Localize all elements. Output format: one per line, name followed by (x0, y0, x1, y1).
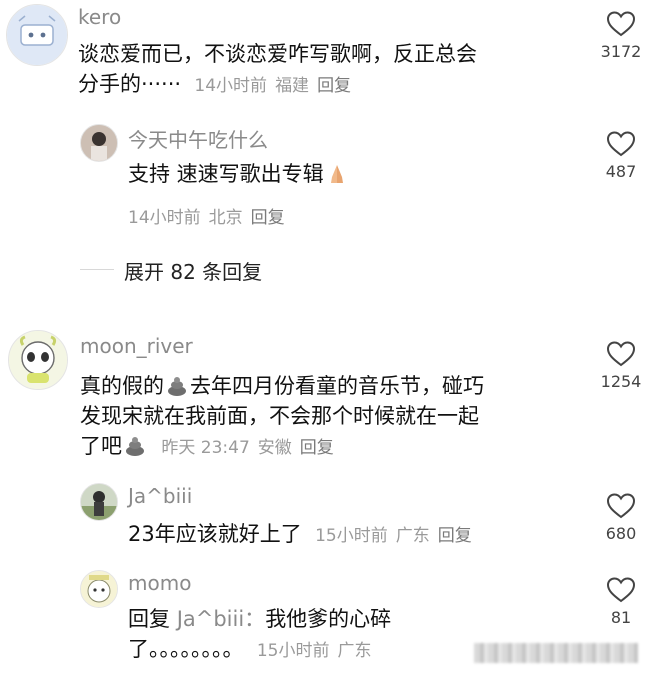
avatar[interactable] (80, 124, 118, 162)
timestamp: 昨天 23:47 (161, 438, 250, 458)
reply-target[interactable]: Ja^biii： (177, 607, 266, 631)
heart-icon (606, 11, 636, 37)
avatar[interactable] (6, 4, 68, 66)
comment-text: 真的假的 去年四月份看童的音乐节，碰巧 发现宋就在我前面，不会那个时候就在一起 了… (80, 374, 484, 458)
heart-icon (606, 577, 636, 603)
username[interactable]: Ja^biii (128, 484, 192, 508)
heart-icon (606, 341, 636, 367)
comment-text: 23年应该就好上了 15小时前 广东 回复 (128, 522, 472, 546)
comment-text: 回复 Ja^biii：我他爹的心碎 了。。。。。。。。 15小时前 广东 (128, 607, 392, 661)
like-count: 1254 (600, 372, 642, 391)
comment-meta: 14小时前 北京 回复 (128, 203, 293, 228)
heart-icon (606, 493, 636, 519)
reply-button[interactable]: 回复 (317, 76, 351, 96)
like-button[interactable]: 680 (591, 492, 650, 543)
username[interactable]: momo (128, 571, 191, 595)
avatar[interactable] (80, 483, 118, 521)
avatar[interactable] (8, 330, 68, 390)
reply-button[interactable]: 回复 (438, 526, 472, 546)
redacted-area (474, 643, 638, 663)
avatar[interactable] (80, 570, 118, 608)
like-count: 3172 (600, 42, 642, 61)
like-button[interactable]: 81 (591, 576, 650, 627)
heart-icon (606, 131, 636, 157)
like-count: 487 (605, 162, 637, 181)
location: 安徽 (257, 438, 292, 458)
comment-text: 谈恋爱而已，不谈恋爱咋写歌啊，反正总会 分手的······ 14小时前 福建 回复 (78, 42, 477, 96)
praying-hands-emoji (330, 165, 343, 183)
divider (80, 269, 114, 270)
timestamp: 14小时前 (194, 76, 268, 96)
poop-emoji (168, 377, 186, 396)
location: 广东 (337, 641, 372, 661)
like-button[interactable]: 3172 (591, 10, 650, 61)
location: 福建 (275, 76, 310, 96)
timestamp: 15小时前 (256, 641, 330, 661)
timestamp: 15小时前 (315, 526, 388, 546)
reply-button[interactable]: 回复 (251, 208, 285, 228)
like-button[interactable]: 487 (591, 130, 650, 181)
like-count: 81 (610, 608, 632, 627)
timestamp: 14小时前 (128, 208, 201, 228)
username[interactable]: kero (78, 5, 121, 29)
expand-replies-button[interactable]: 展开 82 条回复 (124, 256, 262, 285)
reply-button[interactable]: 回复 (300, 438, 334, 458)
like-count: 680 (605, 524, 637, 543)
username[interactable]: 今天中午吃什么 (128, 124, 268, 153)
like-button[interactable]: 1254 (591, 340, 650, 391)
location: 广东 (395, 526, 430, 546)
poop-emoji (126, 437, 144, 456)
reply-prefix: 回复 (128, 607, 170, 631)
location: 北京 (208, 208, 243, 228)
comment-text: 支持 速速写歌出专辑 (128, 159, 350, 189)
username[interactable]: moon_river (80, 334, 193, 358)
